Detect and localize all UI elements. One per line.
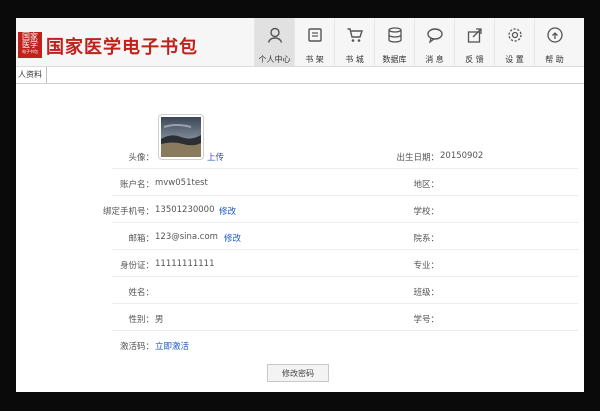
row-divider	[112, 168, 578, 169]
row-divider	[112, 330, 578, 331]
bookshelf-icon	[306, 26, 324, 48]
nav-label: 消 息	[425, 55, 444, 64]
nav-label: 帮 助	[545, 55, 564, 64]
nav-item-settings[interactable]: 设 置	[494, 18, 534, 66]
database-icon	[386, 26, 404, 48]
row-divider	[112, 276, 578, 277]
nav-item-feedback[interactable]: 反 馈	[454, 18, 494, 66]
class-label: 班级：	[413, 288, 439, 298]
row-divider	[112, 195, 578, 196]
birth-date-label: 出生日期：	[396, 153, 439, 163]
nav-item-personal-center[interactable]: 个人中心	[254, 18, 294, 66]
nav-label: 数据库	[382, 55, 407, 64]
nav-label: 书 城	[345, 55, 364, 64]
change-password-button[interactable]: 修改密码	[267, 364, 329, 382]
account-label: 账户名：	[119, 180, 154, 190]
id-card-value: 11111111111	[155, 259, 215, 269]
row-divider	[112, 249, 578, 250]
email-label: 邮箱：	[128, 234, 154, 244]
activation-label: 激活码：	[119, 342, 154, 352]
row-divider	[112, 303, 578, 304]
nav-label: 反 馈	[465, 55, 484, 64]
app-window: 国家 医学 电子书包 国家医学电子书包 个人中心 书 架 书 城 数据库 消 息…	[16, 18, 584, 392]
help-icon	[546, 26, 564, 48]
gear-icon	[506, 26, 524, 48]
cart-icon	[346, 26, 364, 48]
gender-label: 性别：	[128, 315, 154, 325]
avatar-image	[161, 117, 201, 157]
logo-subtext: 电子书包	[22, 49, 38, 54]
birth-date-value: 20150902	[440, 151, 484, 161]
email-edit-link[interactable]: 修改	[224, 232, 241, 244]
department-label: 院系：	[413, 234, 439, 244]
upload-link[interactable]: 上传	[207, 151, 224, 163]
name-label: 姓名：	[128, 288, 154, 298]
avatar[interactable]	[158, 114, 204, 160]
phone-value: 13501230000	[155, 205, 215, 215]
phone-edit-link[interactable]: 修改	[219, 205, 236, 217]
nav-item-bookshelf[interactable]: 书 架	[294, 18, 334, 66]
school-label: 学校：	[413, 207, 439, 217]
account-value: mvw051test	[155, 178, 208, 188]
logo-text: 医学	[22, 40, 38, 49]
student-number-label: 学号：	[413, 315, 439, 325]
nav-item-bookstore[interactable]: 书 城	[334, 18, 374, 66]
nav-label: 个人中心	[258, 55, 291, 64]
nav-item-help[interactable]: 帮 助	[534, 18, 574, 66]
major-label: 专业：	[413, 261, 439, 271]
main-nav: 个人中心 书 架 书 城 数据库 消 息 反 馈 设 置 帮 助	[254, 18, 574, 66]
activate-now-link[interactable]: 立即激活	[155, 340, 189, 352]
nav-label: 设 置	[505, 55, 524, 64]
tab-profile[interactable]: 人资料	[16, 67, 47, 83]
tab-bar: 人资料	[16, 67, 584, 84]
header-bar: 国家 医学 电子书包 国家医学电子书包 个人中心 书 架 书 城 数据库 消 息…	[16, 18, 584, 67]
row-divider	[112, 222, 578, 223]
id-card-label: 身份证：	[119, 261, 154, 271]
message-icon	[426, 26, 444, 48]
phone-label: 绑定手机号：	[102, 207, 154, 217]
email-value: 123@sina.com	[155, 232, 218, 242]
nav-label: 书 架	[305, 55, 324, 64]
avatar-label: 头像：	[128, 153, 154, 163]
brand-title: 国家医学电子书包	[46, 37, 198, 58]
region-label: 地区：	[413, 180, 439, 190]
gender-value: 男	[155, 315, 164, 325]
nav-item-messages[interactable]: 消 息	[414, 18, 454, 66]
logo: 国家 医学 电子书包	[18, 32, 42, 58]
person-icon	[266, 26, 284, 48]
nav-item-database[interactable]: 数据库	[374, 18, 414, 66]
share-icon	[466, 26, 484, 48]
